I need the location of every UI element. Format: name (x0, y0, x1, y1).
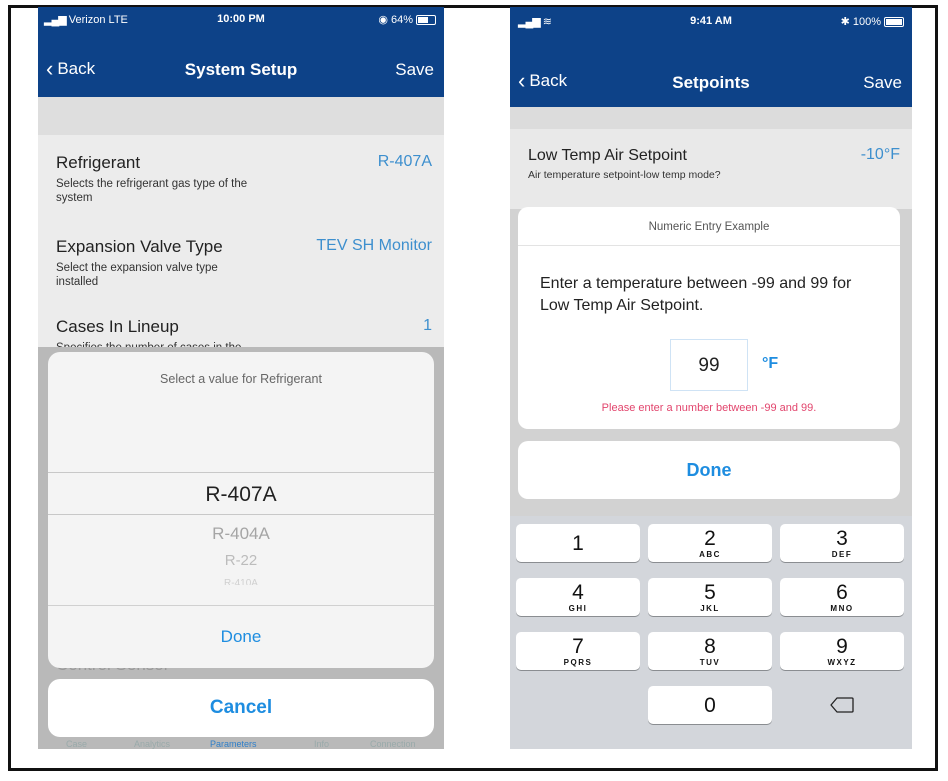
picker-divider (48, 605, 434, 606)
row-title: Refrigerant (56, 153, 141, 172)
picker-selection-line-top (48, 472, 434, 473)
picker-selection-line-bottom (48, 514, 434, 515)
picker-option[interactable]: R-22 (48, 552, 434, 569)
key-1[interactable]: 1 (516, 524, 640, 562)
numeric-keypad: 1 2 ABC 3 DEF 4 GHI 5 JKL 6 MNO 7 PQRS 8 TUV 9W… (510, 516, 912, 749)
picker-done-button[interactable]: Done (48, 627, 434, 647)
section-spacer (38, 97, 444, 135)
nav-bar: ▂▄▆ ≋ 9:41 AM ✱ 100% ‹ Back Setpoints Sa… (510, 7, 912, 107)
key-5[interactable]: 5 JKL (648, 578, 772, 616)
battery-icon (884, 16, 904, 27)
backspace-key[interactable] (780, 686, 904, 724)
key-0[interactable]: 0 (648, 686, 772, 724)
key-6[interactable]: 6 MNO (780, 578, 904, 616)
status-battery: ✱ 100% (841, 15, 904, 28)
dialog-message: Enter a temperature between -99 and 99 f… (540, 275, 852, 314)
row-value: TEV SH Monitor (316, 237, 432, 254)
picker-option-selected[interactable]: R-407A (48, 483, 434, 507)
key-9[interactable]: 9 WXYZ (780, 632, 904, 670)
backspace-icon (830, 697, 854, 713)
cancel-button[interactable]: Cancel (48, 679, 434, 737)
row-title: Expansion Valve Type (56, 237, 223, 256)
row-description: Selects the refrigerant gas type of the … (56, 178, 248, 204)
setting-row-expansion-valve[interactable]: Expansion Valve Type TEV SH Monitor Sele… (38, 219, 444, 304)
error-message: Please enter a number between -99 and 99… (601, 402, 817, 414)
nav-bar: ▂▄▆ Verizon LTE 10:00 PM ◉ 64% ‹ Back Sy… (38, 7, 444, 97)
section-spacer (510, 107, 912, 129)
setting-row-refrigerant[interactable]: Refrigerant R-407A Selects the refrigera… (38, 135, 444, 220)
picker-header: Select a value for Refrigerant (160, 372, 322, 386)
tab-case[interactable]: Case (66, 740, 87, 749)
key-3[interactable]: 3 DEF (780, 524, 904, 562)
key-8[interactable]: 8 TUV (648, 632, 772, 670)
key-4[interactable]: 4 GHI (516, 578, 640, 616)
key-7[interactable]: 7 PQRS (516, 632, 640, 670)
tab-connection[interactable]: Connection (370, 740, 416, 749)
row-title: Low Temp Air Setpoint (528, 147, 687, 164)
row-title: Cases In Lineup (56, 317, 179, 336)
picker-sheet: Select a value for Refrigerant R-407A R-… (48, 352, 434, 668)
alarm-icon: ◉ (378, 14, 388, 26)
system-setup-screen: ▂▄▆ Verizon LTE 10:00 PM ◉ 64% ‹ Back Sy… (38, 7, 444, 749)
page-title: Setpoints (672, 73, 750, 92)
row-value: -10°F (860, 146, 900, 163)
picker-option[interactable]: R-410A (48, 577, 434, 585)
unit-label: °F (762, 355, 779, 372)
save-button[interactable]: Save (863, 73, 902, 93)
tab-analytics[interactable]: Analytics (134, 740, 170, 749)
picker-option[interactable]: R-404A (48, 524, 434, 544)
page-title: System Setup (184, 60, 298, 79)
status-battery: ◉ 64% (378, 13, 436, 26)
tab-info[interactable]: Info (314, 740, 329, 749)
row-description: Select the expansion valve type installe… (56, 262, 218, 288)
save-button[interactable]: Save (395, 60, 434, 80)
row-description: Air temperature setpoint-low temp mode? (528, 169, 721, 181)
done-button[interactable]: Done (518, 441, 900, 499)
setpoints-screen: ▂▄▆ ≋ 9:41 AM ✱ 100% ‹ Back Setpoints Sa… (510, 7, 912, 749)
dialog-header: Numeric Entry Example (518, 207, 900, 246)
row-value: 1 (423, 317, 432, 334)
setting-row-low-temp-setpoint[interactable]: Low Temp Air Setpoint -10°F Air temperat… (510, 129, 912, 210)
row-value: R-407A (377, 153, 432, 170)
numeric-entry-dialog: Numeric Entry Example Enter a temperatur… (518, 207, 900, 429)
bluetooth-icon: ✱ (840, 16, 850, 28)
tab-bar: Case Analytics Parameters Info Connectio… (38, 740, 444, 749)
temperature-input[interactable]: 99 (670, 339, 748, 391)
battery-icon (416, 14, 436, 25)
tab-parameters[interactable]: Parameters (210, 740, 257, 749)
key-2[interactable]: 2 ABC (648, 524, 772, 562)
